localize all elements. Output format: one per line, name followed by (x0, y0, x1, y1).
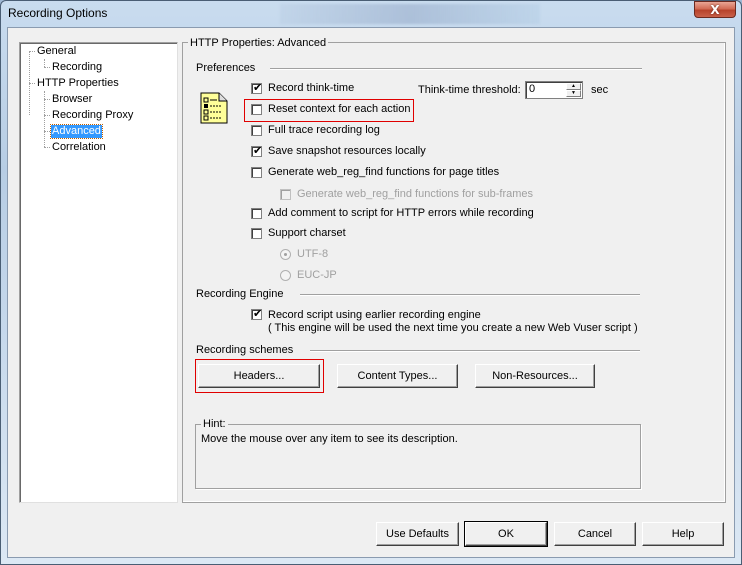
generate-sub-frames-checkbox[interactable] (280, 189, 291, 200)
reset-context-checkbox[interactable] (251, 104, 262, 115)
tree-item-correlation[interactable]: Correlation (51, 141, 107, 154)
earlier-engine-note: ( This engine will be used the next time… (268, 322, 638, 334)
spin-up-icon[interactable]: ▲ (566, 83, 581, 90)
think-time-unit: sec (591, 84, 609, 96)
checkmark-icon: ✔ (253, 144, 263, 157)
checklist-document-icon (200, 92, 228, 124)
headers-button[interactable]: Headers... (198, 364, 320, 388)
record-think-time-checkbox[interactable]: ✔ (251, 81, 263, 94)
hint-text: Move the mouse over any item to see its … (201, 433, 458, 445)
recording-engine-heading: Recording Engine (196, 288, 284, 300)
preferences-heading: Preferences (196, 62, 256, 74)
spin-down-icon[interactable]: ▼ (566, 90, 581, 97)
full-trace-log-label: Full trace recording log (268, 124, 380, 136)
tree-line (29, 51, 35, 52)
save-snapshot-checkbox[interactable]: ✔ (251, 144, 263, 157)
tree-item-browser[interactable]: Browser (51, 93, 93, 106)
eucjp-radio[interactable] (280, 270, 291, 281)
generate-page-titles-label: Generate web_reg_find functions for page… (268, 166, 500, 178)
checkmark-icon: ✔ (253, 307, 263, 320)
record-think-time-label: Record think-time (268, 82, 355, 94)
tree-line (29, 83, 35, 84)
recording-schemes-divider (310, 350, 640, 352)
recording-engine-divider (300, 294, 640, 296)
add-comment-http-errors-checkbox[interactable] (251, 208, 262, 219)
generate-sub-frames-label: Generate web_reg_find functions for sub-… (297, 188, 534, 200)
utf8-radio[interactable] (280, 249, 291, 260)
think-time-threshold-input[interactable] (526, 82, 566, 96)
ok-button[interactable]: OK (464, 521, 548, 547)
close-button[interactable]: X (694, 1, 736, 18)
cancel-button[interactable]: Cancel (554, 522, 636, 546)
tree-line (44, 99, 50, 100)
generate-page-titles-checkbox[interactable] (251, 167, 262, 178)
titlebar-background (280, 4, 540, 24)
save-snapshot-label: Save snapshot resources locally (268, 145, 426, 157)
tree-line (44, 131, 50, 132)
think-time-threshold-label: Think-time threshold: (418, 84, 521, 96)
earlier-engine-checkbox[interactable]: ✔ (251, 307, 263, 320)
non-resources-button[interactable]: Non-Resources... (475, 364, 595, 388)
tree-line (44, 59, 45, 67)
tree-item-recording[interactable]: Recording (51, 61, 103, 74)
options-tree[interactable]: General Recording HTTP Properties Browse… (19, 42, 178, 503)
full-trace-log-checkbox[interactable] (251, 125, 262, 136)
radio-dot-icon (284, 253, 287, 256)
panel-title: HTTP Properties: Advanced (188, 37, 329, 49)
preferences-divider (270, 68, 642, 70)
tree-item-recording-proxy[interactable]: Recording Proxy (51, 109, 134, 122)
tree-line (44, 67, 50, 68)
support-charset-checkbox[interactable] (251, 228, 262, 239)
tree-item-advanced[interactable]: Advanced (50, 124, 103, 139)
think-time-threshold-spinner[interactable]: ▲ ▼ (525, 81, 583, 99)
tree-line (44, 115, 50, 116)
tree-line (44, 147, 50, 148)
help-button[interactable]: Help (642, 522, 724, 546)
checkmark-icon: ✔ (253, 81, 263, 94)
add-comment-http-errors-label: Add comment to script for HTTP errors wh… (268, 207, 534, 219)
support-charset-label: Support charset (268, 227, 346, 239)
tree-item-general[interactable]: General (36, 45, 77, 58)
recording-schemes-heading: Recording schemes (196, 344, 294, 356)
utf8-label: UTF-8 (297, 248, 329, 260)
earlier-engine-label: Record script using earlier recording en… (268, 309, 481, 321)
close-icon: X (710, 2, 720, 17)
reset-context-label: Reset context for each action (268, 103, 411, 115)
eucjp-label: EUC-JP (297, 269, 337, 281)
content-types-button[interactable]: Content Types... (337, 364, 458, 388)
hint-label: Hint: (201, 418, 228, 430)
use-defaults-button[interactable]: Use Defaults (376, 522, 459, 546)
tree-item-http-properties[interactable]: HTTP Properties (36, 77, 120, 90)
window-title: Recording Options (8, 6, 108, 20)
